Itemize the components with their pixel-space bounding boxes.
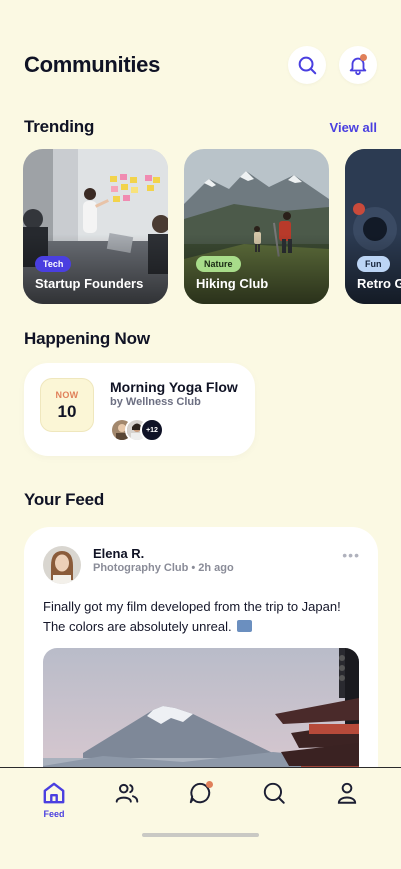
home-indicator xyxy=(142,833,259,837)
trending-title: Trending xyxy=(24,117,95,136)
community-card-hiking-club[interactable]: Nature Hiking Club xyxy=(184,149,329,304)
people-icon xyxy=(115,783,139,803)
post-body: Finally got my film developed from the t… xyxy=(43,599,341,634)
event-card[interactable]: NOW 10 Morning Yoga Flow by Wellness Clu… xyxy=(24,363,255,456)
event-date-day: 10 xyxy=(57,402,77,421)
community-name-retro: Retro G xyxy=(357,276,401,291)
profile-icon xyxy=(337,782,357,804)
event-date-label: NOW xyxy=(55,390,79,400)
trending-carousel[interactable]: Tech Startup Founders Nature Hiking Club xyxy=(23,149,401,304)
community-tag-fun: Fun xyxy=(357,256,390,272)
nav-communities[interactable] xyxy=(107,780,147,820)
nav-messages[interactable] xyxy=(180,780,220,820)
feed-header: Your Feed xyxy=(24,490,377,510)
post-text: Finally got my film developed from the t… xyxy=(43,597,363,637)
notification-dot xyxy=(360,54,367,61)
more-options-icon[interactable]: ••• xyxy=(342,547,360,563)
view-all-link[interactable]: View all xyxy=(330,120,377,135)
feed-title: Your Feed xyxy=(24,490,105,509)
community-card-retro[interactable]: Fun Retro G xyxy=(345,149,401,304)
nav-feed-label: Feed xyxy=(43,809,65,819)
trending-header: Trending View all xyxy=(24,117,377,137)
community-tag-tech: Tech xyxy=(35,256,72,272)
more-attendees-badge: +12 xyxy=(140,418,164,442)
post-author[interactable]: Elena R. xyxy=(93,546,144,561)
header-actions xyxy=(288,46,377,84)
page-title: Communities xyxy=(24,52,161,77)
notifications-button[interactable] xyxy=(339,46,377,84)
event-title: Morning Yoga Flow xyxy=(110,379,238,395)
film-emoji-icon xyxy=(237,620,253,632)
event-host: by Wellness Club xyxy=(110,396,201,408)
post-meta: Photography Club • 2h ago xyxy=(93,562,234,574)
nav-search[interactable] xyxy=(254,780,294,820)
community-tag-nature: Nature xyxy=(196,256,241,272)
nav-profile[interactable] xyxy=(327,780,367,820)
home-icon xyxy=(43,782,65,804)
happening-header: Happening Now xyxy=(24,329,377,349)
notification-dot xyxy=(206,781,213,788)
bottom-navigation: Feed xyxy=(0,767,401,869)
happening-title: Happening Now xyxy=(24,329,150,348)
community-card-startup-founders[interactable]: Tech Startup Founders xyxy=(23,149,168,304)
community-name-startup-founders: Startup Founders xyxy=(35,276,144,291)
community-name-hiking-club: Hiking Club xyxy=(196,276,269,291)
app-header: Communities xyxy=(24,46,377,84)
event-date-badge: NOW 10 xyxy=(40,378,94,432)
search-icon xyxy=(298,56,317,75)
avatar[interactable] xyxy=(43,546,81,584)
search-button[interactable] xyxy=(288,46,326,84)
nav-feed[interactable]: Feed xyxy=(34,780,74,820)
search-icon xyxy=(263,782,285,804)
